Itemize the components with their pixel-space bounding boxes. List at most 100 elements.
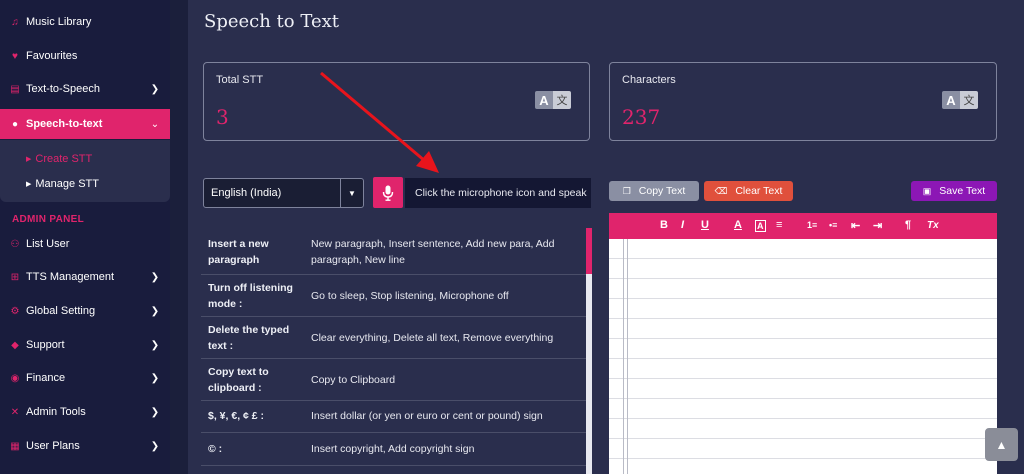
command-name: Insert a new paragraph [208,238,269,266]
stat-label: Total STT [216,74,264,86]
caret-down-icon: ▼ [348,188,356,198]
sidebar-item-label: Finance [26,372,66,384]
microphone-icon [382,185,394,201]
command-name: $, ¥, €, ¢ £ : [208,410,265,422]
sidebar-item-label: User Plans [26,440,80,452]
music-icon: ♫ [11,16,19,28]
stat-value: 237 [622,105,661,129]
save-text-button[interactable]: ▣ Save Text [911,181,997,201]
sidebar-item-label: Speech-to-text [26,118,103,130]
translate-icon: A文 [535,91,571,109]
sidebar-item-text-to-speech[interactable]: ▤ Text-to-Speech ❯ [0,74,170,104]
chevron-right-icon: ❯ [150,406,160,418]
sidebar-item-tts-management[interactable]: ⊞ TTS Management ❯ [0,262,170,292]
sidebar-item-label: Music Library [26,16,92,28]
heart-icon: ♥ [12,50,18,62]
chevron-right-icon: ❯ [150,83,160,95]
chevron-right-icon: ❯ [150,271,160,283]
sidebar-item-global-setting[interactable]: ⚙ Global Setting ❯ [0,296,170,326]
ruled-lines [609,239,997,474]
command-phrases: Copy to Clipboard [311,374,396,386]
sidebar-item-music-library[interactable]: ♫ Music Library [0,7,170,37]
table-scrollbar-thumb[interactable] [586,228,592,274]
margin-line [627,239,628,474]
admin-panel-heading: ADMIN PANEL [12,214,85,225]
language-select[interactable]: English (India) ▼ [203,178,364,208]
copy-text-label: Copy Text [638,185,686,197]
submenu-item-manage-stt[interactable]: ▶ Manage STT [26,175,99,193]
sidebar-item-finance[interactable]: ◉ Finance ❯ [0,363,170,393]
editor-text-area[interactable] [609,239,997,474]
clear-text-button[interactable]: ⌫ Clear Text [704,181,793,201]
highlight-icon[interactable]: A [755,220,766,232]
voice-commands-table: Insert a new paragraph New paragraph, In… [201,228,586,474]
gear-icon: ⚙ [10,305,20,317]
clear-text-label: Clear Text [735,185,783,197]
sidebar-item-favourites[interactable]: ♥ Favourites [0,41,170,71]
caret-right-icon: ▶ [26,156,32,163]
clear-format-icon[interactable]: Tx [927,220,939,231]
editor-toolbar: B I U A A ≡ 1≡ •≡ ⇤ ⇥ ¶ Tx [609,213,997,239]
italic-icon[interactable]: I [681,219,684,231]
users-icon: ⚇ [10,238,20,250]
outdent-icon[interactable]: ⇤ [851,219,860,232]
submenu-item-create-stt[interactable]: ▶ Create STT [26,150,92,168]
scroll-to-top-button[interactable]: ▲ [985,428,1018,461]
table-row: Insert a new paragraph New paragraph, In… [201,228,586,275]
sidebar-item-label: Text-to-Speech [26,83,100,95]
table-row: Copy text to clipboard : Copy to Clipboa… [201,359,586,401]
sidebar-item-list-user[interactable]: ⚇ List User [0,229,170,259]
sidebar-item-label: Admin Tools [26,406,86,418]
submenu-item-label: Manage STT [35,178,99,190]
chevron-right-icon: ❯ [150,372,160,384]
list-icon: ▦ [10,440,20,452]
sidebar-item-label: Global Setting [26,305,96,317]
sidebar-item-support[interactable]: ◆ Support ❯ [0,330,170,360]
command-phrases: New paragraph, Insert sentence, Add new … [311,238,555,266]
command-name: Turn off listening mode : [208,282,293,310]
sidebar-item-label: Support [26,339,65,351]
underline-icon[interactable]: U [701,219,709,231]
stat-value: 3 [216,105,229,129]
piggy-bank-icon: ◉ [10,372,20,384]
table-row: $, ¥, €, ¢ £ : Insert dollar (or yen or … [201,401,586,433]
command-phrases: Go to sleep, Stop listening, Microphone … [311,290,509,302]
caret-right-icon: ▶ [26,181,32,188]
bold-icon[interactable]: B [660,219,668,231]
paragraph-direction-icon[interactable]: ¶ [905,219,911,231]
indent-icon[interactable]: ⇥ [873,219,882,232]
sidebar-item-label: TTS Management [26,271,115,283]
submenu-item-label: Create STT [35,153,93,165]
language-select-value: English (India) [211,187,282,199]
copy-text-button[interactable]: ❐ Copy Text [609,181,699,201]
stat-label: Characters [622,74,676,86]
font-color-icon[interactable]: A [734,219,742,231]
eraser-icon: ⌫ [714,185,728,196]
chevron-up-icon: ▲ [995,437,1008,452]
table-row: Delete the typed text : Clear everything… [201,317,586,359]
align-icon[interactable]: ≡ [776,219,782,231]
text-editor: B I U A A ≡ 1≡ •≡ ⇤ ⇥ ¶ Tx [609,213,997,474]
chevron-right-icon: ❯ [150,339,160,351]
chevron-right-icon: ❯ [150,440,160,452]
translate-icon: A文 [942,91,978,109]
sidebar-item-speech-to-text[interactable]: ● Speech-to-text ⌄ [0,109,170,139]
command-phrases: Insert dollar (or yen or euro or cent or… [311,410,543,422]
page-title: Speech to Text [204,11,339,32]
table-row: Turn off listening mode : Go to sleep, S… [201,275,586,317]
command-phrases: Clear everything, Delete all text, Remov… [311,332,554,344]
command-phrases: Insert copyright, Add copyright sign [311,443,475,455]
sidebar-item-user-plans[interactable]: ▦ User Plans ❯ [0,431,170,461]
ordered-list-icon[interactable]: 1≡ [807,220,817,230]
command-name: Copy text to clipboard : [208,366,269,394]
sidebar-item-label: Favourites [26,50,78,62]
sidebar: ♫ Music Library ♥ Favourites ▤ Text-to-S… [0,0,170,474]
unordered-list-icon[interactable]: •≡ [829,220,837,230]
save-text-label: Save Text [939,185,986,197]
stat-card-characters: Characters 237 A文 [609,62,997,141]
microphone-prompt: Click the microphone icon and speak [405,178,591,208]
sidebar-item-label: List User [26,238,70,250]
sidebar-item-admin-tools[interactable]: ✕ Admin Tools ❯ [0,397,170,427]
speech-to-text-submenu: ▶ Create STT ▶ Manage STT [0,140,170,202]
microphone-button[interactable] [373,177,403,208]
